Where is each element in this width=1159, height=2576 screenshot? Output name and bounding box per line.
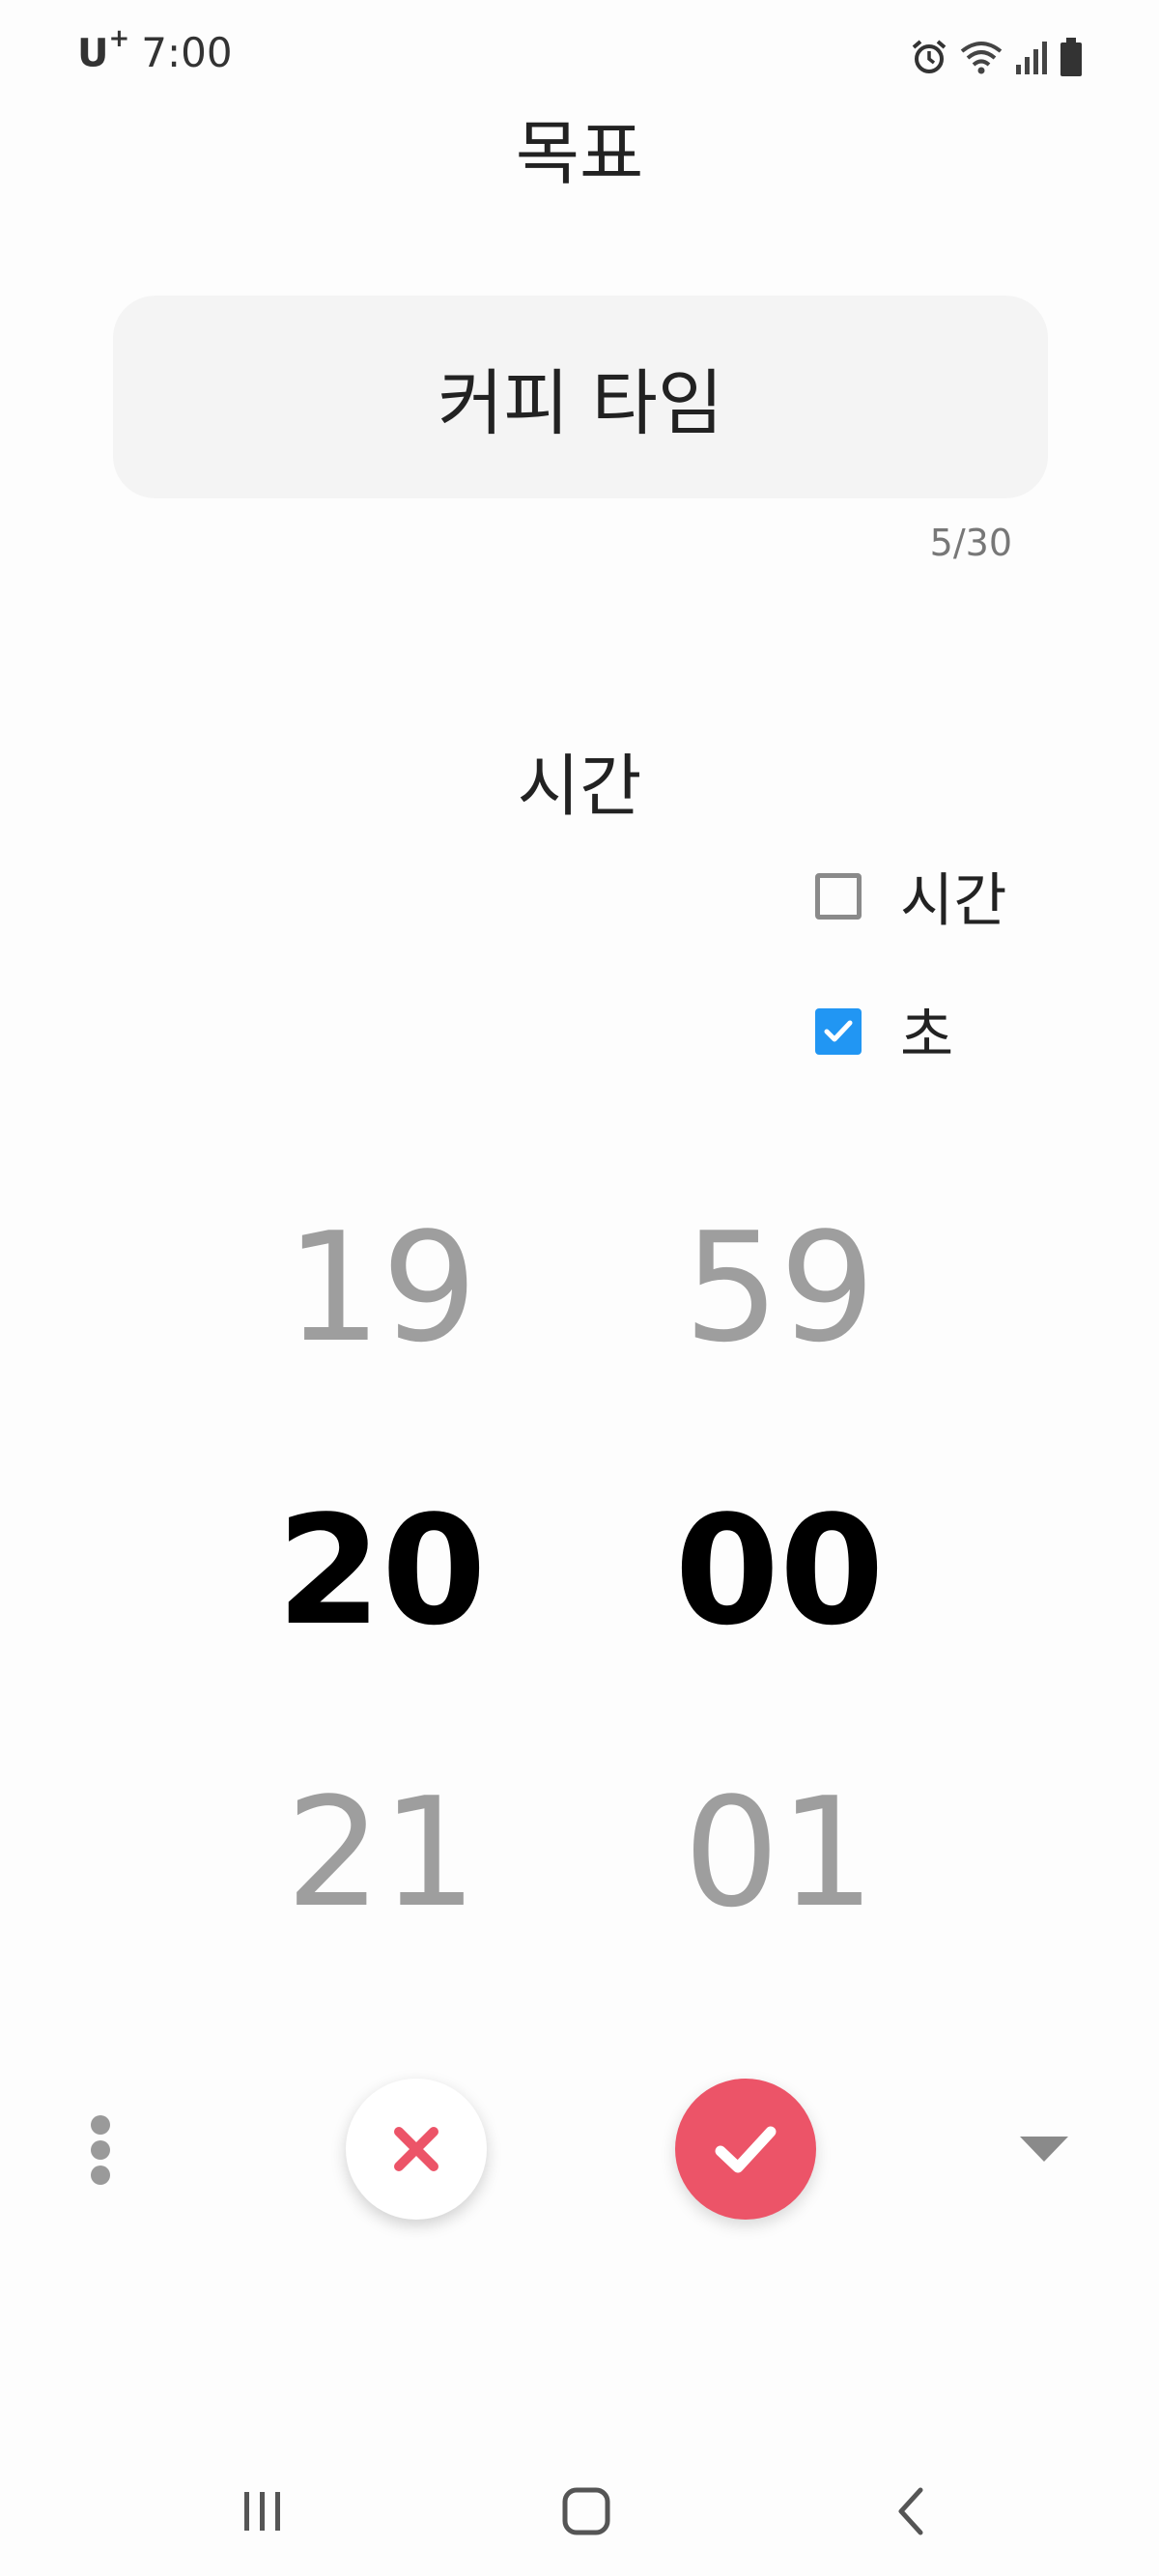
home-icon[interactable] bbox=[538, 2473, 635, 2550]
picker-seconds-next[interactable]: 01 bbox=[673, 1777, 886, 1928]
alarm-icon bbox=[910, 38, 948, 80]
cancel-button[interactable] bbox=[346, 2079, 487, 2220]
dropdown-arrow-icon[interactable] bbox=[1018, 2135, 1070, 2167]
time-section-title: 시간 bbox=[517, 747, 642, 826]
signal-icon bbox=[1014, 38, 1049, 80]
more-vert-icon[interactable] bbox=[91, 2115, 110, 2185]
picker-minutes-selected[interactable]: 20 bbox=[275, 1495, 488, 1646]
picker-seconds-prev[interactable]: 59 bbox=[673, 1212, 886, 1363]
recent-apps-icon[interactable] bbox=[214, 2473, 311, 2550]
carrier-label: U+ bbox=[77, 23, 130, 76]
confirm-button[interactable] bbox=[675, 2079, 816, 2220]
checkbox-second-label: 초 bbox=[900, 1003, 954, 1070]
battery-icon bbox=[1059, 37, 1084, 81]
wifi-icon bbox=[958, 38, 1004, 80]
character-counter: 5/30 bbox=[929, 522, 1012, 564]
status-bar-right bbox=[910, 37, 1084, 81]
checkbox-hour-label: 시간 bbox=[900, 867, 1007, 935]
picker-minutes-next[interactable]: 21 bbox=[275, 1777, 488, 1928]
picker-column-seconds-selected[interactable]: 00 bbox=[673, 1495, 886, 1646]
picker-column-minutes-selected[interactable]: 20 bbox=[275, 1495, 488, 1646]
checkbox-row-hour[interactable]: 시간 bbox=[815, 854, 1006, 938]
close-icon bbox=[394, 2127, 438, 2171]
checkbox-row-second[interactable]: 초 bbox=[815, 989, 953, 1073]
check-icon bbox=[715, 2126, 777, 2173]
picker-seconds-selected[interactable]: 00 bbox=[673, 1495, 886, 1646]
picker-minutes-prev[interactable]: 19 bbox=[275, 1212, 488, 1363]
checkmark-icon bbox=[824, 1020, 853, 1041]
status-bar-left: U+ 7:00 bbox=[77, 23, 233, 76]
back-icon[interactable] bbox=[862, 2473, 959, 2550]
status-time: 7:00 bbox=[141, 29, 233, 76]
goal-input[interactable] bbox=[144, 354, 1017, 439]
checkbox-second[interactable] bbox=[815, 1007, 862, 1055]
picker-column-minutes[interactable]: 19 bbox=[275, 1212, 488, 1363]
picker-column-minutes-next[interactable]: 21 bbox=[275, 1777, 488, 1928]
checkbox-hour[interactable] bbox=[815, 872, 862, 920]
picker-column-seconds-next[interactable]: 01 bbox=[673, 1777, 886, 1928]
page-title: 목표 bbox=[515, 113, 644, 194]
goal-input-container[interactable] bbox=[113, 296, 1048, 498]
picker-column-seconds[interactable]: 59 bbox=[673, 1212, 886, 1363]
